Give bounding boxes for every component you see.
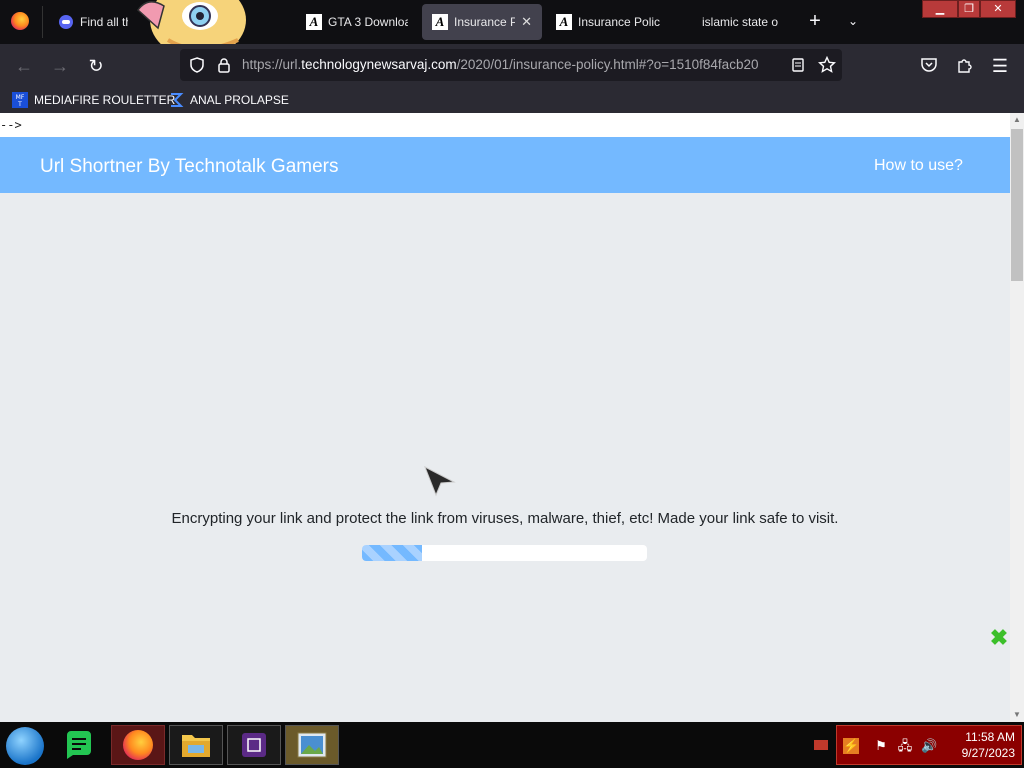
- address-bar[interactable]: https://url.technologynewsarvaj.com/2020…: [180, 49, 842, 81]
- bookmark-star-icon[interactable]: [818, 56, 836, 74]
- bookmark-label: ANAL PROLAPSE: [190, 93, 289, 107]
- discord-icon: [58, 14, 74, 30]
- tab-find-all[interactable]: Find all th: [48, 4, 138, 40]
- tab-label: Find all th: [80, 15, 128, 29]
- url-prefix: https://url.: [242, 57, 302, 72]
- taskbar-file-explorer[interactable]: [169, 725, 223, 765]
- progress-bar: [362, 545, 647, 561]
- taskbar-notes-app[interactable]: [52, 725, 106, 765]
- taskbar: ⚡ ⚑ 🖧 🔊 11:58 AM 9/27/2023: [0, 722, 1024, 768]
- bookmark-anal-prolapse[interactable]: ANAL PROLAPSE: [168, 90, 289, 110]
- url-path: /2020/01/insurance-policy.html#?o=1510f8…: [456, 57, 759, 72]
- taskbar-photo-viewer[interactable]: [285, 725, 339, 765]
- svg-text:T: T: [17, 101, 22, 108]
- url-text[interactable]: https://url.technologynewsarvaj.com/2020…: [242, 57, 782, 72]
- reader-view-icon[interactable]: [790, 57, 806, 73]
- tab-insurance-policy[interactable]: A Insurance Polic: [546, 4, 670, 40]
- tab-label: Insurance Po: [454, 15, 516, 29]
- site-a-icon: A: [432, 14, 448, 30]
- chip-icon: [242, 733, 266, 757]
- scroll-down-arrow-icon[interactable]: ▼: [1010, 708, 1024, 722]
- hamburger-menu-icon[interactable]: ☰: [988, 54, 1012, 78]
- vertical-scrollbar[interactable]: ▲ ▼: [1010, 113, 1024, 722]
- pocket-icon[interactable]: [920, 56, 938, 74]
- site-title[interactable]: Url Shortner By Technotalk Gamers: [40, 156, 339, 178]
- mediafire-icon: MFT: [12, 92, 28, 108]
- site-a-icon: A: [556, 14, 572, 30]
- clock-date: 9/27/2023: [961, 746, 1015, 760]
- tab-islamic-state[interactable]: islamic state of: [692, 4, 788, 40]
- tray-app-icon[interactable]: ⚡: [843, 738, 859, 754]
- sigma-icon: [171, 93, 184, 107]
- clock[interactable]: 11:58 AM 9/27/2023: [962, 729, 1015, 761]
- close-tab-icon[interactable]: ✕: [521, 14, 532, 30]
- volume-icon[interactable]: 🔊: [921, 738, 937, 754]
- scrollbar-thumb[interactable]: [1011, 129, 1023, 281]
- scroll-up-arrow-icon[interactable]: ▲: [1010, 113, 1024, 127]
- bookmark-mediafire-rouletter[interactable]: MF T MEDIAFIRE ROULETTER: [12, 90, 175, 110]
- list-all-tabs-button[interactable]: ⌄: [842, 10, 864, 32]
- taskbar-firefox[interactable]: [111, 725, 165, 765]
- how-to-use-link[interactable]: How to use?: [874, 157, 963, 175]
- bookmarks-toolbar: MF T MEDIAFIRE ROULETTER ANAL PROLAPSE: [0, 86, 1024, 113]
- action-center-flag-icon[interactable]: ⚑: [873, 738, 889, 754]
- tab-gta3-download[interactable]: A GTA 3 Downloa: [296, 4, 418, 40]
- navigation-toolbar: ← → ↻ https://url.technologynewsarvaj.co…: [0, 44, 1024, 86]
- network-icon[interactable]: 🖧: [897, 738, 913, 754]
- firefox-menu-icon[interactable]: [11, 12, 29, 30]
- encrypting-message: Encrypting your link and protect the lin…: [171, 510, 839, 527]
- system-tray: ⚡ ⚑ 🖧 🔊 11:58 AM 9/27/2023: [836, 725, 1022, 765]
- maximize-button[interactable]: ❐: [958, 0, 980, 18]
- tab-insurance-policy-active[interactable]: A Insurance Po ✕: [422, 4, 542, 40]
- svg-text:MF: MF: [16, 94, 25, 101]
- site-header: Url Shortner By Technotalk Gamers How to…: [0, 137, 1010, 193]
- url-host: technologynewsarvaj.com: [301, 57, 457, 72]
- bookmark-label: MEDIAFIRE ROULETTER: [34, 93, 176, 107]
- page-content: --> Url Shortner By Technotalk Gamers Ho…: [0, 113, 1010, 722]
- forward-arrow-icon[interactable]: →: [48, 54, 72, 78]
- lock-icon[interactable]: [216, 57, 232, 73]
- tab-strip: Find all th A GTA 3 Downloa A Insurance …: [0, 0, 1024, 58]
- clock-time: 11:58 AM: [965, 730, 1015, 744]
- mouse-cursor-icon: [424, 466, 456, 497]
- green-close-x-icon[interactable]: ✖: [988, 627, 1010, 649]
- new-tab-button[interactable]: +: [804, 10, 826, 32]
- tab-label: Insurance Polic: [578, 15, 660, 29]
- reload-icon[interactable]: ↻: [84, 54, 108, 78]
- picture-icon: [297, 732, 327, 758]
- green-chat-icon: [67, 731, 91, 759]
- back-arrow-icon[interactable]: ←: [12, 54, 36, 78]
- folder-icon: [182, 735, 210, 757]
- start-orb-icon[interactable]: [6, 727, 44, 765]
- browser-window: Find all th A GTA 3 Downloa A Insurance …: [0, 0, 1024, 768]
- tab-label: islamic state of: [702, 15, 778, 29]
- extensions-puzzle-icon[interactable]: [956, 56, 974, 74]
- tab-label: GTA 3 Downloa: [328, 15, 408, 29]
- site-a-icon: A: [306, 14, 322, 30]
- stray-comment-text: -->: [0, 113, 1010, 137]
- taskbar-cpu-app[interactable]: [227, 725, 281, 765]
- firefox-icon: [123, 730, 153, 760]
- tracking-shield-icon[interactable]: [189, 57, 205, 73]
- tab-separator: [42, 6, 43, 38]
- show-hidden-icons-icon[interactable]: [814, 740, 828, 750]
- progress-bar-fill: [362, 545, 422, 561]
- close-window-button[interactable]: ✕: [980, 0, 1016, 18]
- minimize-button[interactable]: ▁: [922, 0, 958, 18]
